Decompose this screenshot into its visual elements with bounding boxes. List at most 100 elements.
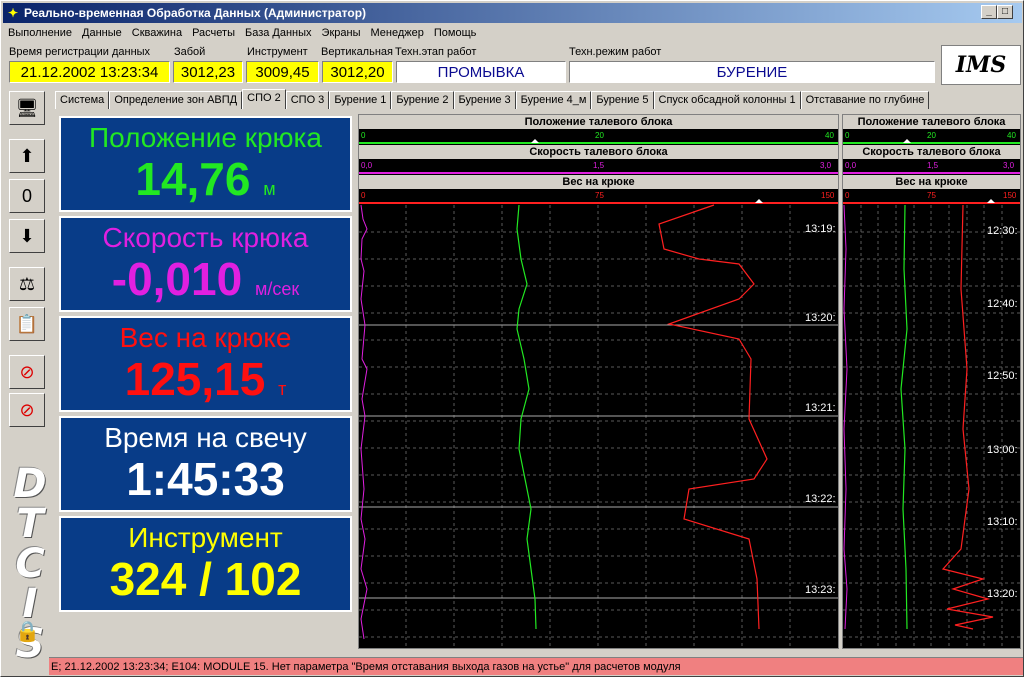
chart-header-weight: Вес на крюке xyxy=(359,175,838,189)
menu-item-help[interactable]: Помощь xyxy=(429,27,482,39)
tab-depth-lag[interactable]: Отставание по глубине xyxy=(800,91,930,109)
status-row: Время регистрации данных 21.12.2002 13:2… xyxy=(3,44,1022,86)
scale-position: 0 20 40 xyxy=(359,131,838,144)
no-drill-icon[interactable]: ⊘ xyxy=(9,355,45,389)
menu-item-well[interactable]: Скважина xyxy=(127,27,187,39)
svg-text:150: 150 xyxy=(1003,191,1017,200)
maximize-button[interactable]: □ xyxy=(997,5,1013,19)
bottom-label: Забой xyxy=(174,46,206,58)
title-bar: ✦ Реально-временная Обработка Данных (Ад… xyxy=(3,3,1022,23)
scale-speed: 0,0 1,5 3,0 xyxy=(359,161,838,174)
svg-text:0: 0 xyxy=(845,191,850,200)
menu-bar: Выполнение Данные Скважина Расчеты База … xyxy=(3,24,1022,42)
ims-logo: IMS xyxy=(941,45,1021,85)
panel-title: Время на свечу xyxy=(104,422,307,453)
minimize-button[interactable]: _ xyxy=(981,5,997,19)
tab-drilling2[interactable]: Бурение 2 xyxy=(391,91,454,109)
plot-area-main: 0 75 150 13:19: 13:20: 13:21: 13:22: 13:… xyxy=(359,191,838,649)
scales-icon[interactable]: ⚖ xyxy=(9,267,45,301)
close-button[interactable] xyxy=(1013,5,1021,19)
tab-drilling1[interactable]: Бурение 1 xyxy=(329,91,392,109)
stage-value: ПРОМЫВКА xyxy=(396,61,566,83)
menu-item-execute[interactable]: Выполнение xyxy=(3,27,77,39)
tab-bar: Система Определение зон АВПД СПО 2 СПО 3… xyxy=(55,89,1021,109)
hoist-zero-icon[interactable]: 0 xyxy=(9,179,45,213)
logo-text: IMS xyxy=(955,52,1007,78)
readout-panels: Положение крюка 14,76 м Скорость крюка -… xyxy=(57,114,357,644)
tab-spo2[interactable]: СПО 2 xyxy=(242,89,286,109)
tool-sidebar: 🖥 ⬆ 0 ⬇ ⚖ 📋 ⊘ ⊘ DTCIS 🔒 xyxy=(5,89,53,661)
tab-system[interactable]: Система xyxy=(55,91,110,109)
stage-label: Техн.этап работ xyxy=(395,46,477,58)
tab-spo3[interactable]: СПО 3 xyxy=(285,91,330,109)
svg-text:0,0: 0,0 xyxy=(361,161,373,170)
tab-drilling4m[interactable]: Бурение 4_м xyxy=(515,91,592,109)
svg-text:13:22:: 13:22: xyxy=(805,493,836,505)
svg-text:40: 40 xyxy=(825,131,834,140)
menu-item-screens[interactable]: Экраны xyxy=(317,27,366,39)
main-window: ✦ Реально-временная Обработка Данных (Ад… xyxy=(0,0,1024,677)
panel-title: Скорость крюка xyxy=(102,222,309,253)
svg-text:13:21:: 13:21: xyxy=(805,402,836,414)
svg-text:13:10:: 13:10: xyxy=(987,516,1018,528)
chart-header-speed: Скорость талевого блока xyxy=(359,145,838,159)
panel-value: 1:45:33 xyxy=(126,453,285,505)
tab-casing-run[interactable]: Спуск обсадной колонны 1 xyxy=(653,91,801,109)
chart-header-position: Положение талевого блока xyxy=(359,115,838,129)
svg-text:0,0: 0,0 xyxy=(845,161,857,170)
trend-chart-history[interactable]: Положение талевого блока 0 20 40 Скорост… xyxy=(842,114,1021,649)
document-icon[interactable]: 📋 xyxy=(9,307,45,341)
svg-text:12:30:: 12:30: xyxy=(987,225,1018,237)
svg-text:0: 0 xyxy=(361,191,366,200)
svg-text:0: 0 xyxy=(361,131,366,140)
panel-hook-weight: Вес на крюке 125,15 т xyxy=(59,316,352,412)
hoist-down-icon[interactable]: ⬇ xyxy=(9,219,45,253)
plot-area-history: 0 75 150 12:30: 12:40: 12:50: 13:00: 13:… xyxy=(843,191,1020,649)
hoist-up-icon[interactable]: ⬆ xyxy=(9,139,45,173)
tool-value: 3009,45 xyxy=(246,61,319,83)
svg-text:150: 150 xyxy=(821,191,835,200)
tab-drilling5[interactable]: Бурение 5 xyxy=(591,91,654,109)
svg-text:0: 0 xyxy=(845,131,850,140)
panel-hook-speed: Скорость крюка -0,010 м/сек xyxy=(59,216,352,312)
menu-item-data[interactable]: Данные xyxy=(77,27,127,39)
tab-abnormal-pressure[interactable]: Определение зон АВПД xyxy=(109,91,243,109)
computer-icon[interactable]: 🖥 xyxy=(9,91,45,125)
tab-drilling3[interactable]: Бурение 3 xyxy=(453,91,516,109)
svg-text:20: 20 xyxy=(595,131,604,140)
svg-text:13:20:: 13:20: xyxy=(987,588,1018,600)
svg-text:1,5: 1,5 xyxy=(593,161,605,170)
svg-text:13:19:: 13:19: xyxy=(805,223,836,235)
bottom-value: 3012,23 xyxy=(173,61,243,83)
svg-text:40: 40 xyxy=(1007,131,1016,140)
svg-text:3,0: 3,0 xyxy=(820,161,832,170)
panel-stand-time: Время на свечу 1:45:33 xyxy=(59,416,352,512)
svg-text:13:23:: 13:23: xyxy=(805,584,836,596)
trend-chart-main[interactable]: Положение талевого блока 0 20 40 Скорост… xyxy=(358,114,839,649)
menu-item-database[interactable]: База Данных xyxy=(240,27,317,39)
panel-value: 14,76 м xyxy=(135,153,276,205)
panel-title: Инструмент xyxy=(128,522,283,553)
scale-position: 0 20 40 xyxy=(843,131,1020,144)
vertical-label: Вертикальная xyxy=(321,46,393,58)
panel-hook-position: Положение крюка 14,76 м xyxy=(59,116,352,212)
menu-item-calc[interactable]: Расчеты xyxy=(187,27,240,39)
svg-text:13:20:: 13:20: xyxy=(805,312,836,324)
time-value: 21.12.2002 13:23:34 xyxy=(9,61,170,83)
tool-label: Инструмент xyxy=(247,46,308,58)
svg-text:13:00:: 13:00: xyxy=(987,444,1018,456)
app-icon: ✦ xyxy=(7,6,19,20)
window-title: Реально-временная Обработка Данных (Адми… xyxy=(24,6,367,20)
vertical-value: 3012,20 xyxy=(322,61,393,83)
svg-text:75: 75 xyxy=(927,191,936,200)
panel-title: Вес на крюке xyxy=(119,322,292,353)
scale-speed: 0,0 1,5 3,0 xyxy=(843,161,1020,174)
mode-value: БУРЕНИЕ xyxy=(569,61,935,83)
lock-icon[interactable]: 🔒 xyxy=(15,619,40,644)
svg-text:20: 20 xyxy=(927,131,936,140)
chart-header-speed: Скорость талевого блока xyxy=(843,145,1020,159)
svg-text:1,5: 1,5 xyxy=(927,161,939,170)
menu-item-manager[interactable]: Менеджер xyxy=(365,27,428,39)
svg-text:3,0: 3,0 xyxy=(1003,161,1015,170)
no-entry-icon[interactable]: ⊘ xyxy=(9,393,45,427)
